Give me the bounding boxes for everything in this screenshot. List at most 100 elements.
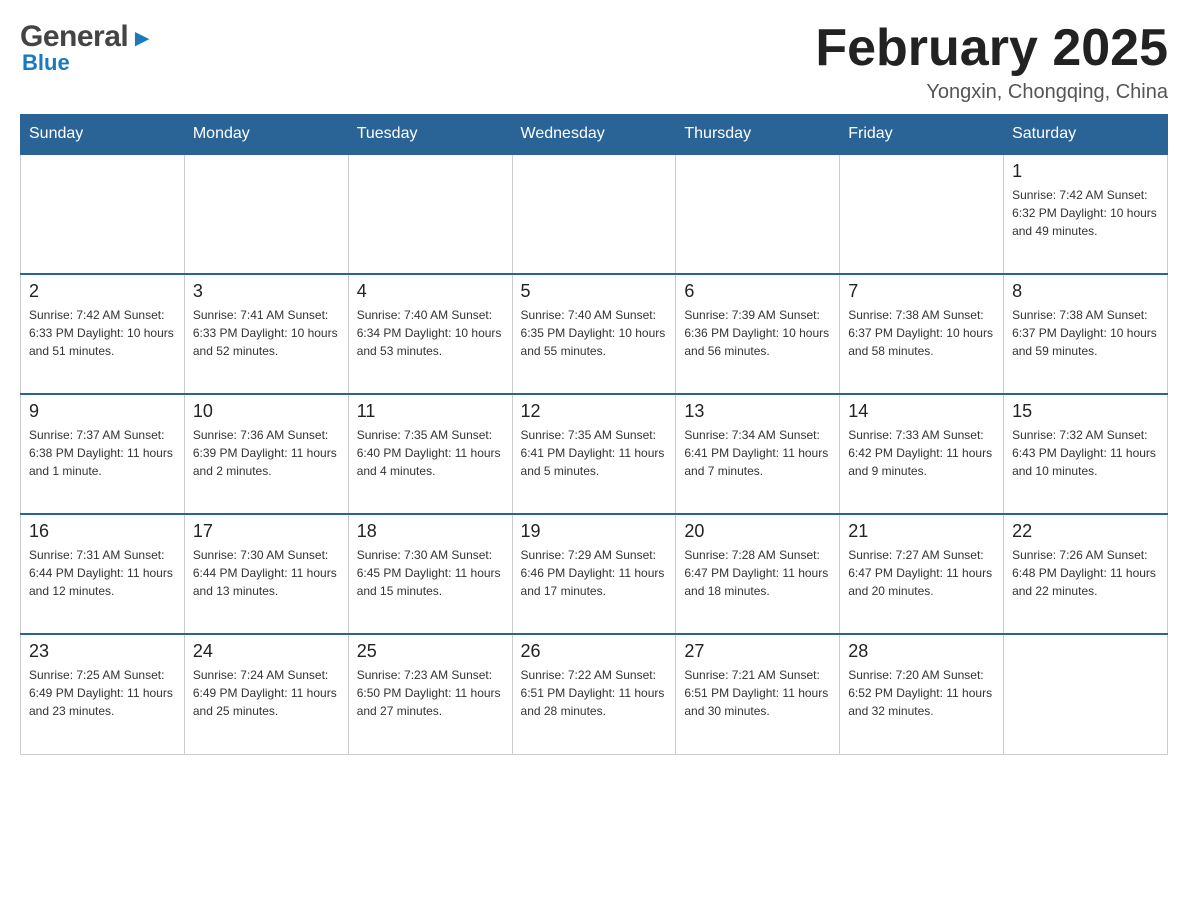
day-info: Sunrise: 7:41 AM Sunset: 6:33 PM Dayligh… <box>193 306 340 360</box>
day-info: Sunrise: 7:28 AM Sunset: 6:47 PM Dayligh… <box>684 546 831 600</box>
table-row <box>676 154 840 274</box>
day-number: 10 <box>193 401 340 422</box>
table-row: 19 Sunrise: 7:29 AM Sunset: 6:46 PM Dayli… <box>512 514 676 634</box>
day-number: 15 <box>1012 401 1159 422</box>
table-row: 18 Sunrise: 7:30 AM Sunset: 6:45 PM Dayli… <box>348 514 512 634</box>
day-number: 1 <box>1012 161 1159 182</box>
table-row: 9Sunrise: 7:37 AM Sunset: 6:38 PM Daylig… <box>21 394 185 514</box>
calendar-week-row: 23 Sunrise: 7:25 AM Sunset: 6:49 PM Dayli… <box>21 634 1168 754</box>
day-info: Sunrise: 7:22 AM Sunset: 6:51 PM Dayligh… <box>521 666 668 720</box>
day-number: 24 <box>193 641 340 662</box>
day-number: 4 <box>357 281 504 302</box>
day-number: 19 <box>521 521 668 542</box>
day-info: Sunrise: 7:36 AM Sunset: 6:39 PM Dayligh… <box>193 426 340 480</box>
day-number: 12 <box>521 401 668 422</box>
table-row <box>184 154 348 274</box>
day-info: Sunrise: 7:34 AM Sunset: 6:41 PM Dayligh… <box>684 426 831 480</box>
location-text: Yongxin, Chongqing, China <box>815 81 1168 104</box>
table-row <box>512 154 676 274</box>
table-row: 21 Sunrise: 7:27 AM Sunset: 6:47 PM Dayli… <box>840 514 1004 634</box>
day-number: 20 <box>684 521 831 542</box>
day-info: Sunrise: 7:35 AM Sunset: 6:40 PM Dayligh… <box>357 426 504 480</box>
col-saturday: Saturday <box>1004 115 1168 155</box>
day-info: Sunrise: 7:23 AM Sunset: 6:50 PM Dayligh… <box>357 666 504 720</box>
calendar-week-row: 1 Sunrise: 7:42 AM Sunset: 6:32 PM Daylig… <box>21 154 1168 274</box>
day-info: Sunrise: 7:27 AM Sunset: 6:47 PM Dayligh… <box>848 546 995 600</box>
col-wednesday: Wednesday <box>512 115 676 155</box>
table-row: 25 Sunrise: 7:23 AM Sunset: 6:50 PM Dayli… <box>348 634 512 754</box>
logo: General► Blue <box>20 20 154 76</box>
day-info: Sunrise: 7:42 AM Sunset: 6:33 PM Dayligh… <box>29 306 176 360</box>
logo-arrow-icon: ► <box>130 25 153 53</box>
table-row: 10 Sunrise: 7:36 AM Sunset: 6:39 PM Dayli… <box>184 394 348 514</box>
day-info: Sunrise: 7:39 AM Sunset: 6:36 PM Dayligh… <box>684 306 831 360</box>
table-row: 7Sunrise: 7:38 AM Sunset: 6:37 PM Daylig… <box>840 274 1004 394</box>
col-tuesday: Tuesday <box>348 115 512 155</box>
logo-blue-text: Blue <box>22 50 70 76</box>
table-row: 6 Sunrise: 7:39 AM Sunset: 6:36 PM Daylig… <box>676 274 840 394</box>
day-number: 21 <box>848 521 995 542</box>
day-info: Sunrise: 7:37 AM Sunset: 6:38 PM Dayligh… <box>29 426 176 480</box>
table-row: 26 Sunrise: 7:22 AM Sunset: 6:51 PM Dayli… <box>512 634 676 754</box>
calendar-table: Sunday Monday Tuesday Wednesday Thursday… <box>20 114 1168 755</box>
day-info: Sunrise: 7:42 AM Sunset: 6:32 PM Dayligh… <box>1012 186 1159 240</box>
day-number: 18 <box>357 521 504 542</box>
day-number: 7 <box>848 281 995 302</box>
table-row: 5Sunrise: 7:40 AM Sunset: 6:35 PM Daylig… <box>512 274 676 394</box>
table-row <box>840 154 1004 274</box>
calendar-week-row: 2 Sunrise: 7:42 AM Sunset: 6:33 PM Daylig… <box>21 274 1168 394</box>
table-row: 11 Sunrise: 7:35 AM Sunset: 6:40 PM Dayli… <box>348 394 512 514</box>
table-row: 15Sunrise: 7:32 AM Sunset: 6:43 PM Dayli… <box>1004 394 1168 514</box>
day-info: Sunrise: 7:38 AM Sunset: 6:37 PM Dayligh… <box>1012 306 1159 360</box>
day-number: 22 <box>1012 521 1159 542</box>
table-row: 24 Sunrise: 7:24 AM Sunset: 6:49 PM Dayli… <box>184 634 348 754</box>
table-row: 12 Sunrise: 7:35 AM Sunset: 6:41 PM Dayli… <box>512 394 676 514</box>
day-number: 25 <box>357 641 504 662</box>
table-row: 4 Sunrise: 7:40 AM Sunset: 6:34 PM Daylig… <box>348 274 512 394</box>
table-row: 22Sunrise: 7:26 AM Sunset: 6:48 PM Dayli… <box>1004 514 1168 634</box>
table-row: 16 Sunrise: 7:31 AM Sunset: 6:44 PM Dayli… <box>21 514 185 634</box>
day-info: Sunrise: 7:25 AM Sunset: 6:49 PM Dayligh… <box>29 666 176 720</box>
day-number: 16 <box>29 521 176 542</box>
day-info: Sunrise: 7:24 AM Sunset: 6:49 PM Dayligh… <box>193 666 340 720</box>
table-row: 13 Sunrise: 7:34 AM Sunset: 6:41 PM Dayli… <box>676 394 840 514</box>
table-row: 3 Sunrise: 7:41 AM Sunset: 6:33 PM Daylig… <box>184 274 348 394</box>
calendar-header-row: Sunday Monday Tuesday Wednesday Thursday… <box>21 115 1168 155</box>
day-info: Sunrise: 7:31 AM Sunset: 6:44 PM Dayligh… <box>29 546 176 600</box>
col-friday: Friday <box>840 115 1004 155</box>
logo-general-text: General► <box>20 20 154 54</box>
calendar-week-row: 16 Sunrise: 7:31 AM Sunset: 6:44 PM Dayli… <box>21 514 1168 634</box>
day-number: 28 <box>848 641 995 662</box>
table-row: 27Sunrise: 7:21 AM Sunset: 6:51 PM Dayli… <box>676 634 840 754</box>
table-row <box>1004 634 1168 754</box>
page-header: General► Blue February 2025 Yongxin, Cho… <box>20 20 1168 104</box>
day-info: Sunrise: 7:29 AM Sunset: 6:46 PM Dayligh… <box>521 546 668 600</box>
day-info: Sunrise: 7:30 AM Sunset: 6:44 PM Dayligh… <box>193 546 340 600</box>
day-info: Sunrise: 7:33 AM Sunset: 6:42 PM Dayligh… <box>848 426 995 480</box>
day-number: 23 <box>29 641 176 662</box>
calendar-week-row: 9Sunrise: 7:37 AM Sunset: 6:38 PM Daylig… <box>21 394 1168 514</box>
table-row: 2 Sunrise: 7:42 AM Sunset: 6:33 PM Daylig… <box>21 274 185 394</box>
day-number: 6 <box>684 281 831 302</box>
day-number: 13 <box>684 401 831 422</box>
table-row: 28 Sunrise: 7:20 AM Sunset: 6:52 PM Dayli… <box>840 634 1004 754</box>
day-number: 26 <box>521 641 668 662</box>
day-number: 8 <box>1012 281 1159 302</box>
table-row: 8 Sunrise: 7:38 AM Sunset: 6:37 PM Daylig… <box>1004 274 1168 394</box>
col-monday: Monday <box>184 115 348 155</box>
day-number: 3 <box>193 281 340 302</box>
table-row: 1 Sunrise: 7:42 AM Sunset: 6:32 PM Daylig… <box>1004 154 1168 274</box>
day-info: Sunrise: 7:40 AM Sunset: 6:35 PM Dayligh… <box>521 306 668 360</box>
day-info: Sunrise: 7:30 AM Sunset: 6:45 PM Dayligh… <box>357 546 504 600</box>
day-number: 27 <box>684 641 831 662</box>
day-info: Sunrise: 7:40 AM Sunset: 6:34 PM Dayligh… <box>357 306 504 360</box>
day-info: Sunrise: 7:20 AM Sunset: 6:52 PM Dayligh… <box>848 666 995 720</box>
day-number: 11 <box>357 401 504 422</box>
title-area: February 2025 Yongxin, Chongqing, China <box>815 20 1168 104</box>
day-number: 2 <box>29 281 176 302</box>
table-row: 23 Sunrise: 7:25 AM Sunset: 6:49 PM Dayli… <box>21 634 185 754</box>
table-row: 17 Sunrise: 7:30 AM Sunset: 6:44 PM Dayli… <box>184 514 348 634</box>
col-sunday: Sunday <box>21 115 185 155</box>
day-number: 17 <box>193 521 340 542</box>
day-info: Sunrise: 7:35 AM Sunset: 6:41 PM Dayligh… <box>521 426 668 480</box>
